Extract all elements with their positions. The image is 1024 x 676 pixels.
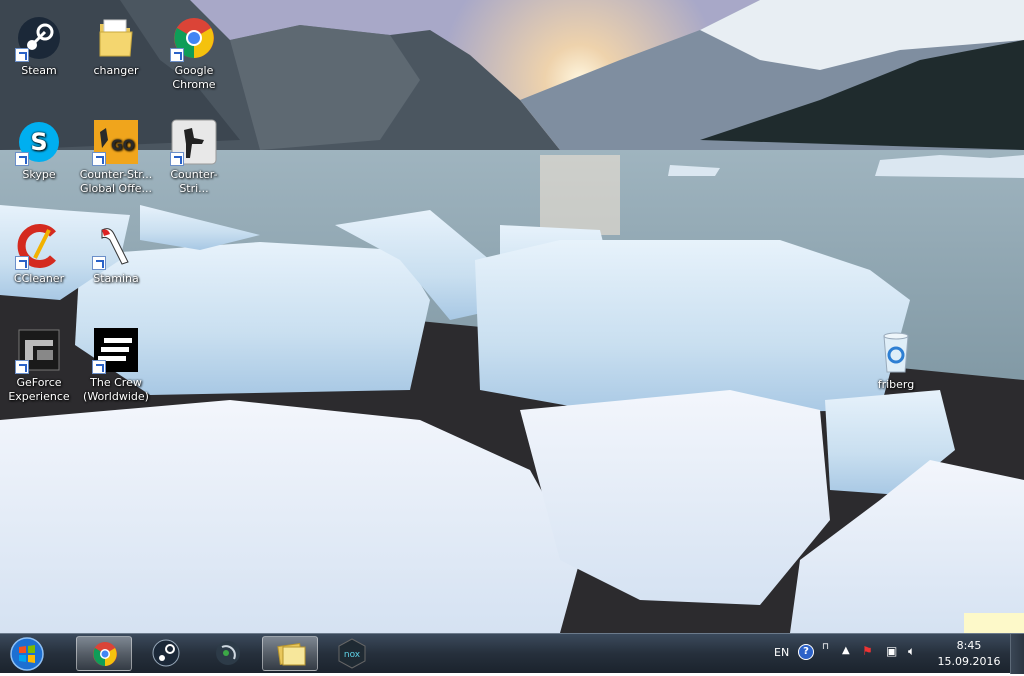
action-center-flag-icon[interactable]: ⚑ (862, 644, 873, 658)
icon-label: Google Chrome (172, 64, 216, 91)
svg-text:nox: nox (344, 650, 361, 660)
desktop-icon-stamina[interactable]: Stamina (78, 222, 154, 286)
icon-label: Stamina (93, 272, 139, 285)
icon-label: CCleaner (13, 272, 65, 285)
taskbar-button-nox[interactable]: nox (324, 636, 380, 671)
desktop-icon-counter-strike[interactable]: Counter-Stri... (156, 118, 232, 196)
desktop-icon-ccleaner[interactable]: CCleaner (1, 222, 77, 286)
ccleaner-icon (15, 222, 63, 270)
desktop-icon-chrome[interactable]: Google Chrome (156, 14, 232, 92)
taskbar-button-explorer[interactable] (262, 636, 318, 671)
icon-label: Skype (22, 168, 56, 181)
show-desktop-button[interactable] (1010, 634, 1024, 674)
desktop-wallpaper[interactable]: Steam S Skype CCleaner GeForce Experienc… (0, 0, 1024, 633)
chrome-icon (170, 14, 218, 62)
clock[interactable]: 8:45 15.09.2016 (934, 638, 1004, 670)
clock-date: 15.09.2016 (937, 655, 1001, 668)
desktop-icon-geforce[interactable]: GeForce Experience (1, 326, 77, 404)
language-indicator[interactable]: EN (774, 646, 789, 659)
geforce-icon (15, 326, 63, 374)
desktop-icon-changer[interactable]: changer (78, 14, 154, 78)
notification-balloon[interactable] (964, 613, 1024, 633)
icon-label: Counter-Stri... (170, 168, 218, 195)
stamina-icon (92, 222, 140, 270)
taskbar: nox EN ? ⊓ ▲ ⚑ ▣ 🔈︎ 8:45 15.09.2016 (0, 633, 1024, 674)
desktop-icon-the-crew[interactable]: The Crew (Worldwide) (78, 326, 154, 404)
taskbar-button-steam[interactable] (138, 636, 194, 671)
icon-label: friberg (877, 378, 915, 391)
start-button[interactable] (4, 636, 50, 672)
system-tray: EN ? ⊓ ▲ ⚑ ▣ 🔈︎ (768, 634, 928, 674)
desktop-icon-skype[interactable]: S Skype (1, 118, 77, 182)
nox-icon: nox (338, 638, 366, 669)
svg-text:GO: GO (111, 138, 134, 154)
counter-strike-icon (170, 118, 218, 166)
desktop-icon-recycle-bin[interactable]: friberg (858, 328, 934, 392)
desktop-icon-csgo[interactable]: GO Counter-Str... Global Offe... (78, 118, 154, 196)
the-crew-icon (92, 326, 140, 374)
icon-label: Counter-Str... Global Offe... (79, 168, 153, 195)
skype-icon: S (15, 118, 63, 166)
taskbar-button-chrome[interactable] (76, 636, 132, 671)
windows-explorer-icon (277, 642, 306, 666)
icon-label: changer (93, 64, 139, 77)
chrome-icon (93, 642, 117, 666)
taskbar-button-steam-overlay[interactable] (200, 636, 256, 671)
steam-icon (152, 639, 180, 667)
volume-icon[interactable]: 🔈︎ (908, 644, 915, 659)
steam-overlay-icon (216, 641, 240, 665)
steam-icon (15, 14, 63, 62)
recycle-bin-icon (872, 328, 920, 376)
ime-options-icon[interactable]: ⊓ (822, 642, 829, 652)
folder-icon (92, 14, 140, 62)
svg-text:S: S (30, 128, 47, 156)
wallpaper-art (0, 0, 1024, 633)
icon-label: The Crew (Worldwide) (83, 376, 149, 403)
csgo-icon: GO (92, 118, 140, 166)
windows-orb-icon (10, 637, 44, 671)
desktop-icon-steam[interactable]: Steam (1, 14, 77, 78)
icon-label: GeForce Experience (8, 376, 70, 403)
network-icon[interactable]: ▣ (886, 644, 897, 658)
help-icon[interactable]: ? (798, 644, 814, 660)
icon-label: Steam (21, 64, 57, 77)
show-hidden-icons-icon[interactable]: ▲ (842, 645, 850, 656)
clock-time: 8:45 (956, 639, 982, 652)
